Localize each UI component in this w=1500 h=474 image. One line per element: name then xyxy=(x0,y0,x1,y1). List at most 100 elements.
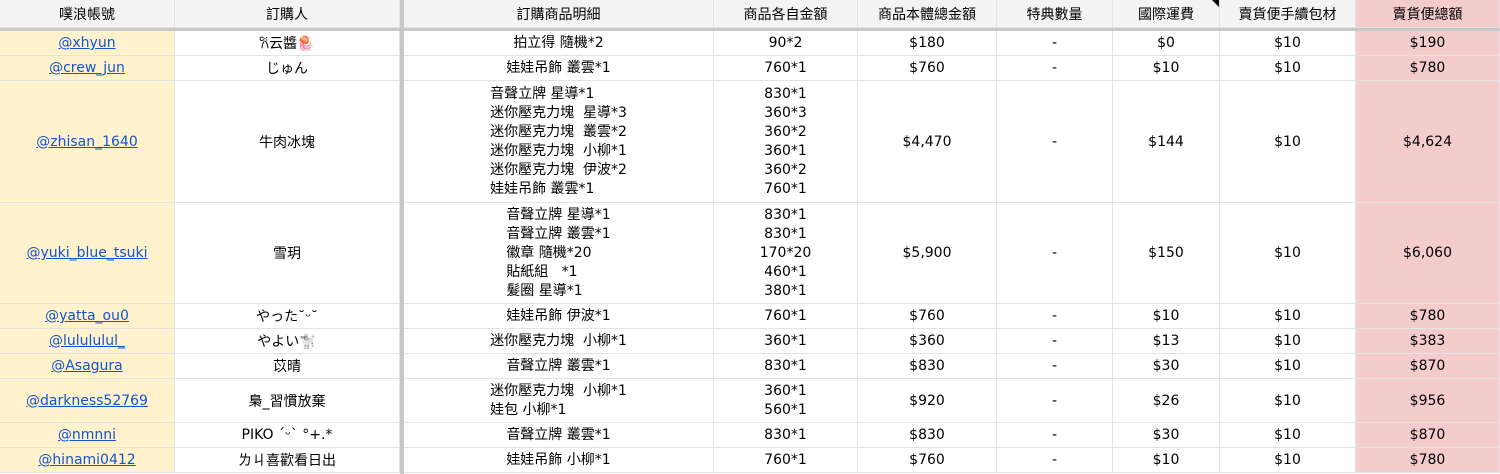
account-link[interactable]: @crew_jun xyxy=(49,60,125,76)
cell-handling[interactable]: $10 xyxy=(1220,379,1356,423)
cell-buyer[interactable]: 牛肉冰塊 xyxy=(175,81,400,203)
cell-buyer[interactable]: やった˘ᵕ˘ xyxy=(175,304,400,329)
cell-items[interactable]: 迷你壓克力塊 小柳*1 娃包 小柳*1 xyxy=(404,379,714,423)
cell-handling[interactable]: $10 xyxy=(1220,56,1356,81)
cell-items[interactable]: 迷你壓克力塊 小柳*1 xyxy=(404,329,714,354)
cell-subtotal[interactable]: $180 xyxy=(858,31,997,56)
header-account[interactable]: 噗浪帳號 xyxy=(0,0,175,28)
cell-handling[interactable]: $10 xyxy=(1220,329,1356,354)
cell-bonus[interactable]: - xyxy=(997,81,1113,203)
cell-account[interactable]: @Asagura xyxy=(0,354,175,379)
cell-buyer[interactable]: じゅん xyxy=(175,56,400,81)
cell-items[interactable]: 拍立得 隨機*2 xyxy=(404,31,714,56)
cell-prices[interactable]: 830*1 830*1 170*20 460*1 380*1 xyxy=(714,203,858,304)
account-link[interactable]: @yuki_blue_tsuki xyxy=(26,245,147,261)
cell-buyer[interactable]: ㄌㄐ喜歡看日出 xyxy=(175,448,400,473)
cell-account[interactable]: @xhyun xyxy=(0,31,175,56)
cell-total[interactable]: $190 xyxy=(1356,31,1500,56)
account-link[interactable]: @xhyun xyxy=(58,35,115,51)
cell-buyer[interactable]: やよい🐩 xyxy=(175,329,400,354)
cell-items[interactable]: 音聲立牌 叢雲*1 xyxy=(404,354,714,379)
account-link[interactable]: @Asagura xyxy=(51,358,123,374)
cell-handling[interactable]: $10 xyxy=(1220,448,1356,473)
cell-account[interactable]: @nmnni xyxy=(0,423,175,448)
cell-account[interactable]: @darkness52769 xyxy=(0,379,175,423)
cell-prices[interactable]: 760*1 xyxy=(714,56,858,81)
cell-buyer[interactable]: PIKO ´ᵕ` °+.* xyxy=(175,423,400,448)
cell-bonus[interactable]: - xyxy=(997,354,1113,379)
cell-prices[interactable]: 90*2 xyxy=(714,31,858,56)
cell-shipping[interactable]: $10 xyxy=(1113,304,1220,329)
cell-total[interactable]: $780 xyxy=(1356,448,1500,473)
cell-shipping[interactable]: $26 xyxy=(1113,379,1220,423)
header-shipping[interactable]: 國際運費 xyxy=(1113,0,1220,28)
cell-subtotal[interactable]: $760 xyxy=(858,56,997,81)
cell-total[interactable]: $6,060 xyxy=(1356,203,1500,304)
cell-items[interactable]: 娃娃吊飾 伊波*1 xyxy=(404,304,714,329)
cell-handling[interactable]: $10 xyxy=(1220,31,1356,56)
cell-subtotal[interactable]: $4,470 xyxy=(858,81,997,203)
cell-items[interactable]: 娃娃吊飾 叢雲*1 xyxy=(404,56,714,81)
cell-shipping[interactable]: $150 xyxy=(1113,203,1220,304)
cell-buyer[interactable]: 苡晴 xyxy=(175,354,400,379)
header-handling[interactable]: 賣貨便手續包材 xyxy=(1220,0,1356,28)
cell-handling[interactable]: $10 xyxy=(1220,304,1356,329)
header-total[interactable]: 賣貨便總額 xyxy=(1356,0,1500,28)
cell-bonus[interactable]: - xyxy=(997,423,1113,448)
cell-subtotal[interactable]: $830 xyxy=(858,423,997,448)
cell-items[interactable]: 音聲立牌 星導*1 音聲立牌 叢雲*1 徽章 隨機*20 貼紙組 *1 髮圈 星導*1 xyxy=(404,203,714,304)
cell-items[interactable]: 音聲立牌 星導*1 迷你壓克力塊 星導*3 迷你壓克力塊 叢雲*2 迷你壓克力塊 小柳… xyxy=(404,81,714,203)
cell-items[interactable]: 音聲立牌 叢雲*1 xyxy=(404,423,714,448)
cell-bonus[interactable]: - xyxy=(997,304,1113,329)
header-subtotal[interactable]: 商品本體總金額 xyxy=(858,0,997,28)
cell-bonus[interactable]: - xyxy=(997,379,1113,423)
cell-total[interactable]: $4,624 xyxy=(1356,81,1500,203)
cell-shipping[interactable]: $144 xyxy=(1113,81,1220,203)
cell-shipping[interactable]: $30 xyxy=(1113,354,1220,379)
account-link[interactable]: @darkness52769 xyxy=(26,393,148,409)
cell-bonus[interactable]: - xyxy=(997,56,1113,81)
cell-prices[interactable]: 360*1 xyxy=(714,329,858,354)
account-link[interactable]: @zhisan_1640 xyxy=(36,134,138,150)
cell-prices[interactable]: 830*1 360*3 360*2 360*1 360*2 760*1 xyxy=(714,81,858,203)
cell-subtotal[interactable]: $360 xyxy=(858,329,997,354)
cell-account[interactable]: @zhisan_1640 xyxy=(0,81,175,203)
cell-handling[interactable]: $10 xyxy=(1220,203,1356,304)
cell-handling[interactable]: $10 xyxy=(1220,81,1356,203)
cell-shipping[interactable]: $0 xyxy=(1113,31,1220,56)
cell-prices[interactable]: 830*1 xyxy=(714,423,858,448)
cell-bonus[interactable]: - xyxy=(997,329,1113,354)
cell-total[interactable]: $383 xyxy=(1356,329,1500,354)
cell-items[interactable]: 娃娃吊飾 小柳*1 xyxy=(404,448,714,473)
cell-buyer[interactable]: 雪玥 xyxy=(175,203,400,304)
cell-prices[interactable]: 830*1 xyxy=(714,354,858,379)
cell-total[interactable]: $780 xyxy=(1356,304,1500,329)
cell-prices[interactable]: 360*1 560*1 xyxy=(714,379,858,423)
cell-bonus[interactable]: - xyxy=(997,31,1113,56)
header-buyer[interactable]: 訂購人 xyxy=(175,0,400,28)
account-link[interactable]: @lulululul_ xyxy=(49,333,125,349)
header-items[interactable]: 訂購商品明細 xyxy=(404,0,714,28)
cell-account[interactable]: @hinami0412 xyxy=(0,448,175,473)
cell-account[interactable]: @lulululul_ xyxy=(0,329,175,354)
cell-shipping[interactable]: $10 xyxy=(1113,56,1220,81)
cell-bonus[interactable]: - xyxy=(997,448,1113,473)
cell-subtotal[interactable]: $830 xyxy=(858,354,997,379)
cell-total[interactable]: $780 xyxy=(1356,56,1500,81)
account-link[interactable]: @hinami0412 xyxy=(38,452,135,468)
cell-shipping[interactable]: $13 xyxy=(1113,329,1220,354)
cell-shipping[interactable]: $30 xyxy=(1113,423,1220,448)
cell-prices[interactable]: 760*1 xyxy=(714,448,858,473)
frozen-column-divider[interactable] xyxy=(400,0,404,474)
cell-account[interactable]: @yatta_ou0 xyxy=(0,304,175,329)
cell-shipping[interactable]: $10 xyxy=(1113,448,1220,473)
cell-subtotal[interactable]: $5,900 xyxy=(858,203,997,304)
cell-total[interactable]: $956 xyxy=(1356,379,1500,423)
cell-total[interactable]: $870 xyxy=(1356,354,1500,379)
cell-handling[interactable]: $10 xyxy=(1220,354,1356,379)
cell-buyer[interactable]: 梟_習慣放棄 xyxy=(175,379,400,423)
cell-subtotal[interactable]: $920 xyxy=(858,379,997,423)
cell-buyer[interactable]: 𐙚云醬🪼 xyxy=(175,31,400,56)
cell-handling[interactable]: $10 xyxy=(1220,423,1356,448)
header-bonus[interactable]: 特典數量 xyxy=(997,0,1113,28)
